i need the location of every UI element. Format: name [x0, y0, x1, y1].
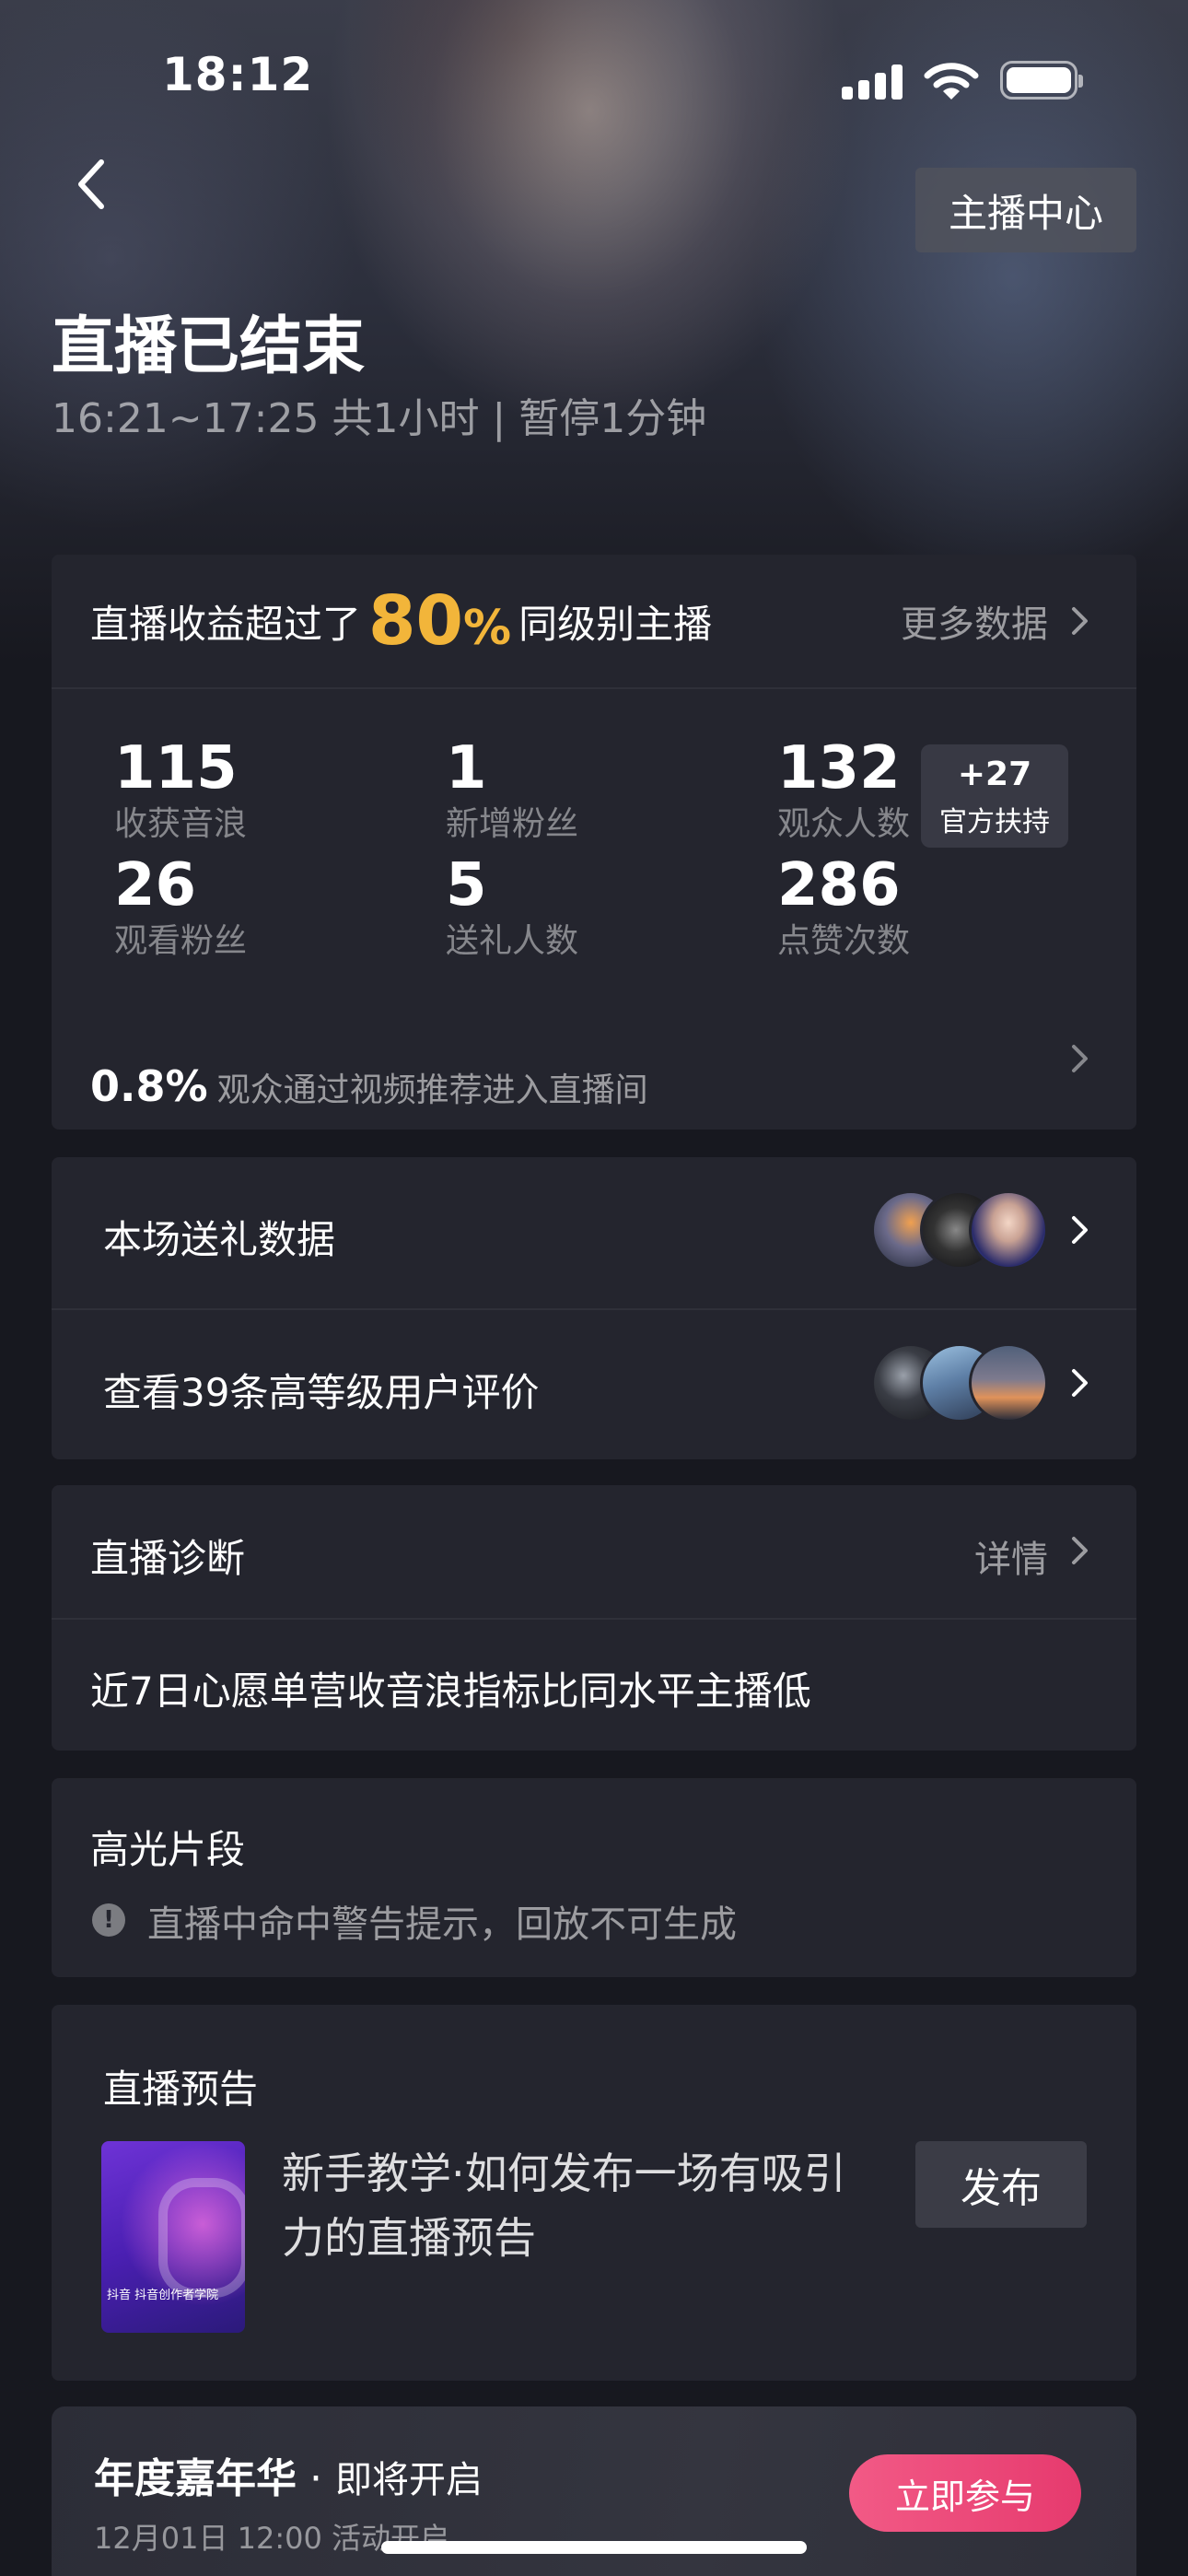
chevron-right-icon[interactable] [1070, 1533, 1090, 1568]
stat-value: 286 [777, 851, 901, 919]
highlights-title: 高光片段 [90, 1827, 246, 1872]
gift-avatars [871, 1190, 1048, 1271]
chevron-right-icon[interactable] [1070, 1365, 1090, 1400]
recommend-entry-stat[interactable]: 0.8% 观众通过视频推荐进入直播间 [90, 1061, 648, 1111]
stat-label: 观众人数 [777, 805, 911, 843]
stat-label: 送礼人数 [446, 922, 579, 960]
promo-title: 年度嘉年华 · 即将开启 [94, 2445, 483, 2504]
rank-percent: 80% [368, 581, 511, 661]
promo-dot: · [309, 2455, 322, 2502]
diagnosis-content: 近7日心愿单营收音浪指标比同水平主播低 [90, 1669, 811, 1714]
cellular-signal-icon [842, 64, 903, 100]
live-summary-card: 直播收益超过了 80% 同级别主播 更多数据 115 收获音浪 1 新增粉丝 1… [52, 555, 1136, 1130]
stat-value: 26 [114, 851, 197, 919]
thumbnail-caption: 抖音 抖音创作者学院 [107, 2289, 219, 2302]
diagnosis-title: 直播诊断 [90, 1536, 246, 1581]
stat-new-fans: 1 新增粉丝 [446, 735, 578, 846]
rank-unit: % [463, 601, 512, 656]
chevron-right-icon[interactable] [1070, 1212, 1090, 1247]
home-indicator[interactable] [381, 2541, 807, 2554]
stat-gift-senders: 5 送礼人数 [446, 852, 578, 963]
stat-label: 收获音浪 [114, 805, 248, 843]
stat-viewers: 132 观众人数 [777, 735, 910, 846]
revenue-rank: 直播收益超过了 80% 同级别主播 [90, 555, 712, 687]
preview-thumbnail[interactable]: 抖音 抖音创作者学院 [101, 2141, 245, 2333]
back-arrow-icon[interactable] [66, 151, 118, 217]
recommend-percent: 0.8% [90, 1061, 208, 1111]
join-now-button[interactable]: 立即参与 [849, 2454, 1081, 2532]
diagnosis-detail-link[interactable]: 详情 [974, 1529, 1048, 1583]
more-data-link[interactable]: 更多数据 [901, 555, 1048, 687]
preview-tutorial-text[interactable]: 新手教学·如何发布一场有吸引力的直播预告 [282, 2141, 871, 2270]
avatar [969, 1343, 1048, 1423]
avatar [969, 1190, 1048, 1270]
rank-suffix: 同级别主播 [518, 601, 713, 647]
warning-icon: ! [92, 1903, 125, 1937]
rank-value: 80 [368, 581, 463, 661]
stat-fans-watching: 26 观看粉丝 [114, 852, 247, 963]
chevron-right-icon[interactable] [1070, 1041, 1090, 1076]
stat-label: 新增粉丝 [446, 805, 579, 843]
gift-review-card: 本场送礼数据 查看39条高等级用户评价 [52, 1157, 1136, 1459]
thumbnail-graphic [158, 2178, 245, 2298]
stat-sound-waves: 115 收获音浪 [114, 735, 247, 846]
boost-label: 官方扶持 [939, 806, 1050, 838]
status-time: 18:12 [162, 48, 314, 101]
highlights-card: 高光片段 ! 直播中命中警告提示，回放不可生成 [52, 1778, 1136, 1977]
high-level-reviews-row[interactable]: 查看39条高等级用户评价 [103, 1362, 539, 1418]
divider [52, 1308, 1136, 1310]
gift-data-row[interactable]: 本场送礼数据 [103, 1209, 335, 1265]
preview-title: 直播预告 [103, 2067, 259, 2112]
recommend-text: 观众通过视频推荐进入直播间 [216, 1071, 648, 1109]
divider [52, 1618, 1136, 1620]
page-title: 直播已结束 [52, 310, 366, 383]
promo-name: 年度嘉年华 [94, 2455, 297, 2502]
stat-likes: 286 点赞次数 [777, 852, 910, 963]
publish-button[interactable]: 发布 [915, 2141, 1087, 2228]
live-diagnosis-card: 直播诊断 详情 近7日心愿单营收音浪指标比同水平主播低 [52, 1485, 1136, 1751]
rank-prefix: 直播收益超过了 [90, 601, 362, 647]
divider [52, 687, 1136, 689]
wifi-icon [924, 63, 979, 100]
status-bar: 18:12 [0, 0, 1188, 157]
streamer-center-button[interactable]: 主播中心 [915, 168, 1136, 252]
live-duration: 16:21~17:25 共1小时 | 暂停1分钟 [52, 395, 707, 442]
stat-label: 点赞次数 [777, 922, 911, 960]
stat-value: 132 [777, 734, 901, 802]
review-avatars [871, 1343, 1048, 1424]
official-boost-badge: +27 官方扶持 [921, 744, 1068, 848]
highlights-warning: 直播中命中警告提示，回放不可生成 [147, 1903, 737, 1946]
stat-value: 1 [446, 734, 487, 802]
stat-value: 5 [446, 851, 487, 919]
stat-value: 115 [114, 734, 238, 802]
boost-value: +27 [957, 755, 1032, 793]
chevron-right-icon[interactable] [1070, 603, 1090, 638]
live-preview-card: 直播预告 抖音 抖音创作者学院 新手教学·如何发布一场有吸引力的直播预告 发布 [52, 2005, 1136, 2381]
stat-label: 观看粉丝 [114, 922, 248, 960]
battery-icon [1000, 61, 1083, 100]
promo-status: 即将开启 [335, 2459, 483, 2501]
